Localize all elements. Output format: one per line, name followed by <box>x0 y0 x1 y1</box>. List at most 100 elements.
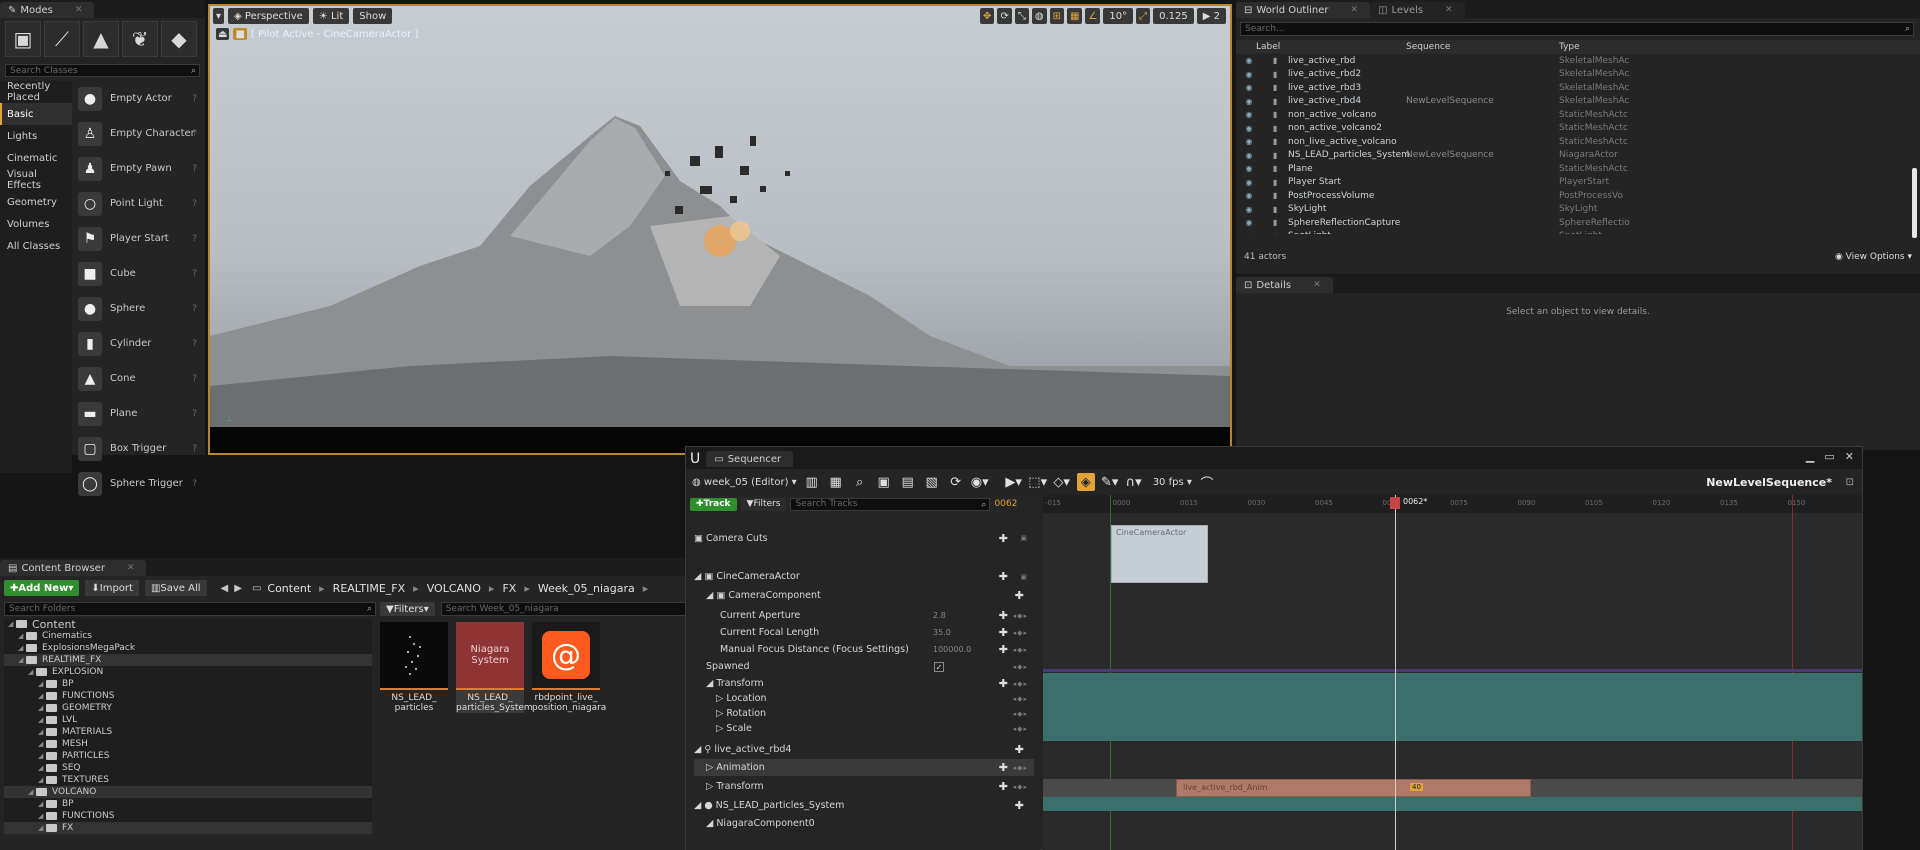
track-spawned[interactable]: Spawned ✓ ◂◆▸ <box>706 658 1034 675</box>
expand-icon[interactable]: ◢ <box>38 716 46 724</box>
forward-icon[interactable]: ▶ <box>234 583 242 594</box>
pilot-lock-icon[interactable]: ■ <box>233 28 247 40</box>
key-nav-icon[interactable]: ◂◆▸ <box>1013 764 1028 772</box>
visibility-eye-icon[interactable]: ◉ <box>1242 164 1256 173</box>
close-icon[interactable]: ✕ <box>75 5 83 15</box>
place-item[interactable]: ▬ Plane? <box>72 396 205 431</box>
visibility-eye-icon[interactable]: ◉ <box>1242 83 1256 92</box>
outliner-row[interactable]: ◉ ▮ non_active_volcano StaticMeshActc <box>1236 108 1920 122</box>
outliner-row[interactable]: ◉ ▮ live_active_rbd2 SkeletalMeshAc <box>1236 68 1920 82</box>
lock-icon[interactable]: ⊡ <box>1846 477 1854 488</box>
magnet-icon[interactable]: ∩▾ <box>1125 473 1143 491</box>
timeline[interactable]: -015000000150030004500600075009001050120… <box>1043 495 1862 850</box>
help-icon[interactable]: ? <box>192 339 197 349</box>
place-item[interactable]: ▲ Cone? <box>72 361 205 396</box>
asset-tile[interactable]: NS_LEAD_ particles <box>380 622 448 713</box>
aperture-value[interactable]: 2.8 <box>933 611 946 620</box>
add-icon[interactable]: ✚ <box>999 677 1008 690</box>
track-transform-rbd4[interactable]: ▷ Transform ✚ ◂◆▸ <box>706 778 1034 795</box>
add-icon[interactable]: ✚ <box>999 609 1008 622</box>
key-nav-icon[interactable]: ◂◆▸ <box>1013 663 1028 671</box>
key-nav-icon[interactable]: ◂◆▸ <box>1013 612 1028 620</box>
selection-icon[interactable]: ⬚▾ <box>1028 473 1047 491</box>
geometry-mode-icon[interactable]: ◆ <box>161 21 197 57</box>
outliner-row[interactable]: ◉ ▮ Plane StaticMeshActc <box>1236 162 1920 176</box>
save-icon[interactable]: ▥ <box>803 473 821 491</box>
place-item[interactable]: ♙ Empty Character? <box>72 116 205 151</box>
search-folders-input[interactable]: Search Folders ⌕ <box>4 602 376 616</box>
tab-levels[interactable]: ◫ Levels ✕ <box>1370 2 1465 18</box>
outliner-scrollbar[interactable] <box>1912 168 1917 238</box>
expand-icon[interactable]: ◢ <box>28 788 36 796</box>
eject-icon[interactable]: ⏏ <box>216 28 230 40</box>
breadcrumb-item[interactable]: FX <box>502 582 516 595</box>
collapse-icon[interactable]: ▷ <box>716 693 726 704</box>
column-sequence[interactable]: Sequence <box>1406 42 1450 52</box>
add-icon[interactable]: ✚ <box>1015 743 1024 756</box>
outliner-row[interactable]: ◉ ▮ live_active_rbd3 SkeletalMeshAc <box>1236 81 1920 95</box>
expand-icon[interactable]: ◢ <box>38 728 46 736</box>
folder-item[interactable]: ◢ FUNCTIONS <box>4 810 372 822</box>
add-icon[interactable]: ✚ <box>999 761 1008 774</box>
focus-value[interactable]: 100000.0 <box>933 645 971 654</box>
breadcrumb-item[interactable]: Content <box>267 582 311 595</box>
key-nav-icon[interactable]: ◂◆▸ <box>1013 710 1028 718</box>
expand-icon[interactable]: ◢ <box>38 800 46 808</box>
folder-item[interactable]: ◢ TEXTURES <box>4 774 372 786</box>
outliner-row[interactable]: ◉ ▮ SphereReflectionCapture SphereReflectio <box>1236 216 1920 230</box>
world-icon[interactable]: ◍ <box>1031 8 1047 24</box>
search-tracks-input[interactable]: Search Tracks ⌕ <box>790 497 991 511</box>
current-frame-field[interactable]: 0062 <box>994 499 1017 509</box>
breadcrumb-item[interactable]: Week_05_niagara <box>538 582 635 595</box>
search-classes-input[interactable]: Search Classes ⌕ <box>5 64 200 77</box>
outliner-row[interactable]: ◉ ▮ non_live_active_volcano StaticMeshActc <box>1236 135 1920 149</box>
view-options-button[interactable]: ◉ View Options ▾ <box>1835 252 1912 262</box>
curve-editor-icon[interactable]: ⌒ <box>1198 473 1216 492</box>
outliner-row[interactable]: ◉ ▮ SkyLight SkyLight <box>1236 203 1920 217</box>
surface-snap-icon[interactable]: ⊞ <box>1049 8 1064 24</box>
landscape-mode-icon[interactable]: ▲ <box>83 21 119 57</box>
folder-item[interactable]: ◢ BP <box>4 798 372 810</box>
expand-icon[interactable]: ◢ <box>706 590 716 601</box>
track-ns-lead[interactable]: ◢ ● NS_LEAD_particles_System ✚ <box>694 797 1034 814</box>
mode-category[interactable]: Geometry <box>0 191 72 213</box>
track-live-active-rbd4[interactable]: ◢ ⚲ live_active_rbd4 ✚ <box>694 741 1034 758</box>
place-item[interactable]: ▢ Box Trigger? <box>72 431 205 466</box>
scale-snap-value[interactable]: 0.125 <box>1153 8 1194 24</box>
track-manual-focus[interactable]: Manual Focus Distance (Focus Settings) 10… <box>720 641 1034 658</box>
folder-item[interactable]: ◢ BP <box>4 678 372 690</box>
add-icon[interactable]: ✚ <box>999 643 1008 656</box>
breadcrumb-separator-icon[interactable]: ▸ <box>489 582 495 595</box>
add-icon[interactable]: ✚ <box>1015 799 1024 812</box>
camera-cut-section[interactable]: CineCameraActor <box>1111 525 1208 583</box>
breadcrumb-separator-icon[interactable]: ▸ <box>524 582 530 595</box>
camera-icon[interactable]: ▣ <box>875 473 893 491</box>
add-icon[interactable]: ✚ <box>999 780 1008 793</box>
foliage-mode-icon[interactable]: ❦ <box>122 21 158 57</box>
help-icon[interactable]: ? <box>192 444 197 454</box>
film-icon[interactable]: ▤ <box>899 473 917 491</box>
scale-snap-icon[interactable]: ⤢ <box>1136 8 1151 24</box>
place-item[interactable]: ● Sphere? <box>72 291 205 326</box>
key-nav-icon[interactable]: ◂◆▸ <box>1013 695 1028 703</box>
key-nav-icon[interactable]: ◂◆▸ <box>1013 680 1028 688</box>
expand-icon[interactable]: ◢ <box>38 764 46 772</box>
grid-snap-icon[interactable]: ▦ <box>1066 8 1083 24</box>
maximize-icon[interactable]: ▭ <box>1824 450 1834 463</box>
refresh-icon[interactable]: ⟳ <box>947 473 965 491</box>
expand-icon[interactable]: ◢ <box>38 740 46 748</box>
eye-icon[interactable]: ◉▾ <box>971 473 989 491</box>
column-label[interactable]: Label <box>1256 42 1280 52</box>
column-type[interactable]: Type <box>1559 42 1580 52</box>
close-icon[interactable]: ✕ <box>1351 5 1359 15</box>
folder-item[interactable]: ◢ Content <box>4 618 372 631</box>
tab-sequencer[interactable]: ▭ Sequencer <box>706 451 794 467</box>
expand-icon[interactable]: ◢ <box>8 620 16 628</box>
key-icon[interactable]: ◇▾ <box>1053 473 1071 491</box>
play-icon[interactable]: ▶▾ <box>1005 473 1023 491</box>
key-nav-icon[interactable]: ◂◆▸ <box>1013 783 1028 791</box>
asset-tile-selected[interactable]: Niagara System NS_LEAD_ particles_System <box>456 622 533 713</box>
help-icon[interactable]: ? <box>192 234 197 244</box>
breadcrumb-item[interactable]: REALTIME_FX <box>333 582 406 595</box>
mode-category[interactable]: All Classes <box>0 235 72 257</box>
